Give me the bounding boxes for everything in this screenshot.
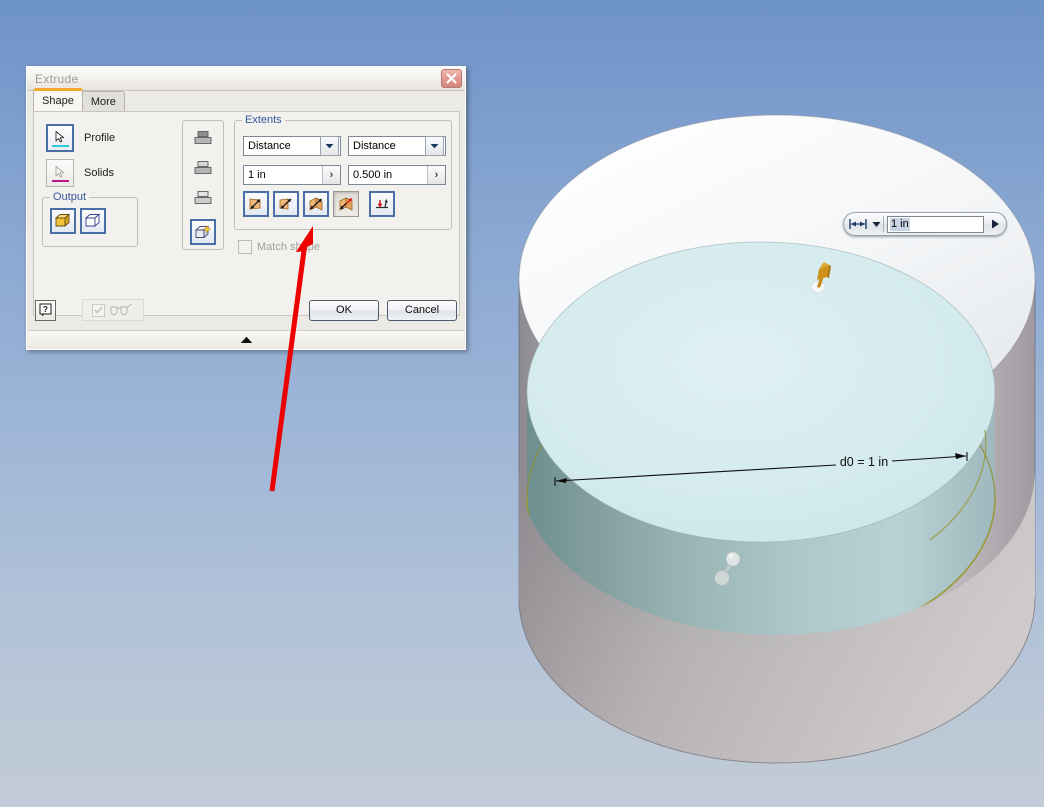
chevron-down-icon[interactable] xyxy=(320,136,339,156)
cancel-button[interactable]: Cancel xyxy=(387,299,457,321)
new-solid-operation-button[interactable] xyxy=(190,219,216,245)
svg-text:?: ? xyxy=(42,304,47,314)
help-icon: ? xyxy=(39,303,51,317)
extents-start-type-value: Distance xyxy=(248,140,291,152)
ok-button[interactable]: OK xyxy=(309,299,379,321)
operation-column[interactable] xyxy=(182,120,224,250)
output-surface-button[interactable] xyxy=(80,208,106,234)
canvas-value-input[interactable]: 1 in xyxy=(887,215,984,233)
match-shape-label: Match shape xyxy=(257,241,320,253)
glasses-icon xyxy=(109,302,135,318)
direction-2-button[interactable] xyxy=(273,191,299,217)
intersect-operation-button[interactable] xyxy=(190,185,216,211)
tab-shape-label: Shape xyxy=(42,95,74,107)
direction-2-icon xyxy=(279,198,292,210)
extents-start-distance-field[interactable]: 1 in › xyxy=(243,165,341,185)
solids-selector-row[interactable]: Solids xyxy=(46,159,114,187)
dialog-tabstrip[interactable]: Shape More xyxy=(27,88,465,111)
value-menu-icon[interactable]: › xyxy=(322,166,340,184)
solid-cube-icon xyxy=(54,213,71,227)
output-group: Output xyxy=(42,191,138,247)
cursor-arrow-icon xyxy=(55,165,65,177)
wireframe-cube-icon xyxy=(84,213,101,227)
direction-asymmetric-icon xyxy=(339,197,353,211)
direction-symmetric-button[interactable] xyxy=(303,191,329,217)
direction-1-icon xyxy=(249,198,261,210)
extents-end-type-value: Distance xyxy=(353,140,396,152)
dialog-body: Profile Solids Output Extents Distance D… xyxy=(33,111,460,316)
join-operation-button[interactable] xyxy=(190,125,216,151)
profile-label: Profile xyxy=(84,132,116,144)
preview-checkbox[interactable] xyxy=(91,303,105,317)
extents-end-distance-field[interactable]: 0.500 in › xyxy=(348,165,446,185)
tab-shape[interactable]: Shape xyxy=(33,88,83,111)
help-button[interactable]: ? xyxy=(35,299,56,321)
extents-group-title: Extents xyxy=(242,114,285,126)
output-group-title: Output xyxy=(50,191,90,203)
cut-icon xyxy=(194,161,212,174)
dialog-footer: ? OK Cancel xyxy=(27,293,465,327)
cut-operation-button[interactable] xyxy=(190,155,216,181)
canvas-value-accept-button[interactable] xyxy=(986,215,1004,233)
extents-start-type-combo[interactable]: Distance xyxy=(243,136,341,156)
value-menu-icon[interactable]: › xyxy=(427,166,445,184)
canvas-value-text: 1 in xyxy=(890,217,910,231)
tab-more-label: More xyxy=(90,95,116,108)
profile-selector-row[interactable]: Profile xyxy=(46,124,115,152)
new-solid-icon xyxy=(194,224,212,239)
extrude-dialog[interactable]: Extrude Shape More Profile Solids Output… xyxy=(26,66,466,350)
dimension-label: d0 = 1 in xyxy=(840,455,888,469)
preview-toggle[interactable] xyxy=(82,299,144,321)
value-box-separator xyxy=(883,216,884,232)
dialog-title: Extrude xyxy=(35,71,79,86)
linear-dimension-icon xyxy=(846,215,870,233)
collapse-triangle-icon xyxy=(240,336,252,343)
extents-start-distance-value: 1 in xyxy=(248,169,266,181)
solids-select-button[interactable] xyxy=(46,159,74,187)
direction-symmetric-icon xyxy=(309,197,323,211)
output-solid-button[interactable] xyxy=(50,208,76,234)
match-shape-checkbox[interactable] xyxy=(238,240,252,254)
extents-end-distance-value: 0.500 in xyxy=(353,169,393,181)
chevron-down-icon[interactable] xyxy=(425,136,444,156)
solids-label: Solids xyxy=(84,167,114,179)
dialog-resize-grip[interactable] xyxy=(28,330,464,348)
canvas-value-entry[interactable]: 1 in xyxy=(843,212,1007,236)
direction-asymmetric-button[interactable] xyxy=(333,191,359,217)
application-window: d0 = 1 in 1 in Extrude Shape More Profil… xyxy=(0,0,1044,807)
taper-angle-button[interactable] xyxy=(369,191,395,217)
extents-end-type-combo[interactable]: Distance xyxy=(348,136,446,156)
tab-more[interactable]: More xyxy=(81,91,125,111)
dialog-titlebar[interactable]: Extrude xyxy=(27,67,465,91)
close-icon[interactable] xyxy=(441,69,462,88)
taper-angle-icon xyxy=(376,199,388,209)
extents-group: Extents Distance Distance 1 in › 0.500 i… xyxy=(234,114,452,230)
match-shape-checkbox-row[interactable]: Match shape xyxy=(238,240,320,254)
join-icon xyxy=(194,131,212,144)
cursor-arrow-icon xyxy=(55,130,65,142)
direction-1-button[interactable] xyxy=(243,191,269,217)
intersect-icon xyxy=(194,191,212,204)
value-type-dropdown[interactable] xyxy=(870,215,883,233)
profile-select-button[interactable] xyxy=(46,124,74,152)
